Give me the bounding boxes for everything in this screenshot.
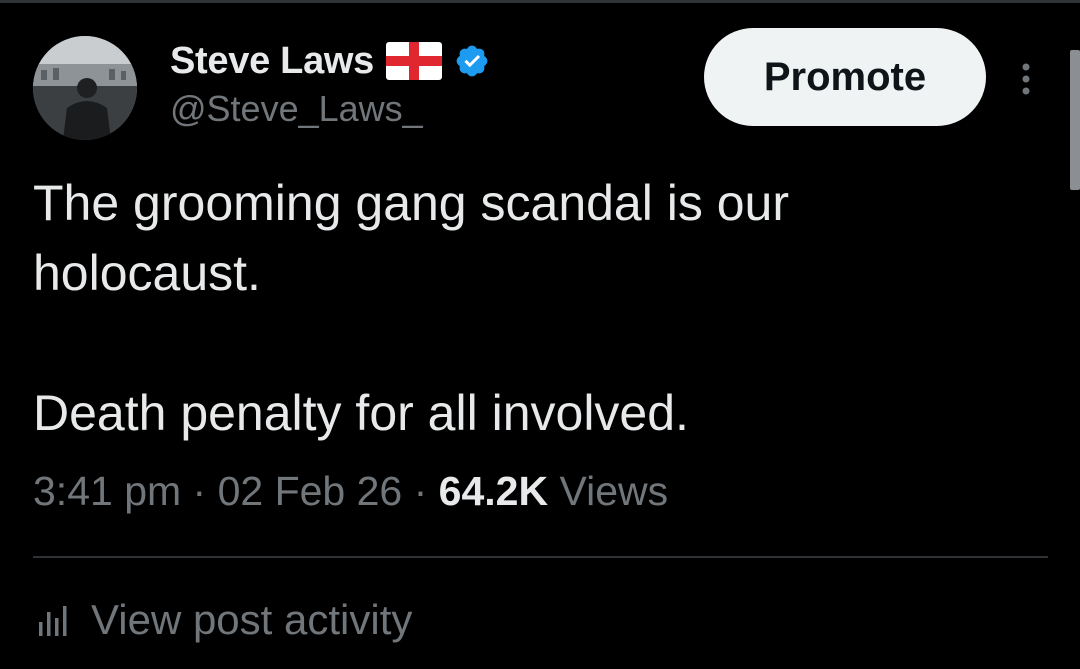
post-text: The grooming gang scandal is our holocau… [33,168,1033,448]
post-meta: 3:41 pm · 02 Feb 26 · 64.2K Views [33,468,668,515]
avatar-image [33,36,137,140]
meta-separator: · [181,468,218,514]
post-text-line: The grooming gang scandal is our [33,175,790,231]
post-time[interactable]: 3:41 pm [33,468,181,514]
author-name[interactable]: Steve Laws [170,40,374,83]
top-divider [0,0,1080,3]
author-block: Steve Laws @Steve_Laws_ [170,36,490,130]
views-label: Views [548,468,669,514]
verified-badge-icon[interactable] [454,43,490,79]
meta-separator: · [402,468,439,514]
view-post-activity-button[interactable]: View post activity [33,592,412,648]
divider [33,556,1048,558]
bar-chart-icon [33,600,73,640]
post-text-line: holocaust. [33,245,261,301]
author-handle[interactable]: @Steve_Laws_ [170,88,490,130]
post-text-line: Death penalty for all involved. [33,385,689,441]
views-count: 64.2K [438,468,549,514]
england-flag-icon [386,42,442,80]
vertical-ellipsis-icon[interactable] [1012,62,1040,96]
scrollbar[interactable] [1070,50,1080,190]
promote-button[interactable]: Promote [704,28,986,126]
author-name-row: Steve Laws [170,36,490,86]
post-date[interactable]: 02 Feb 26 [218,468,403,514]
view-post-activity-label: View post activity [91,596,413,643]
avatar[interactable] [33,36,137,140]
